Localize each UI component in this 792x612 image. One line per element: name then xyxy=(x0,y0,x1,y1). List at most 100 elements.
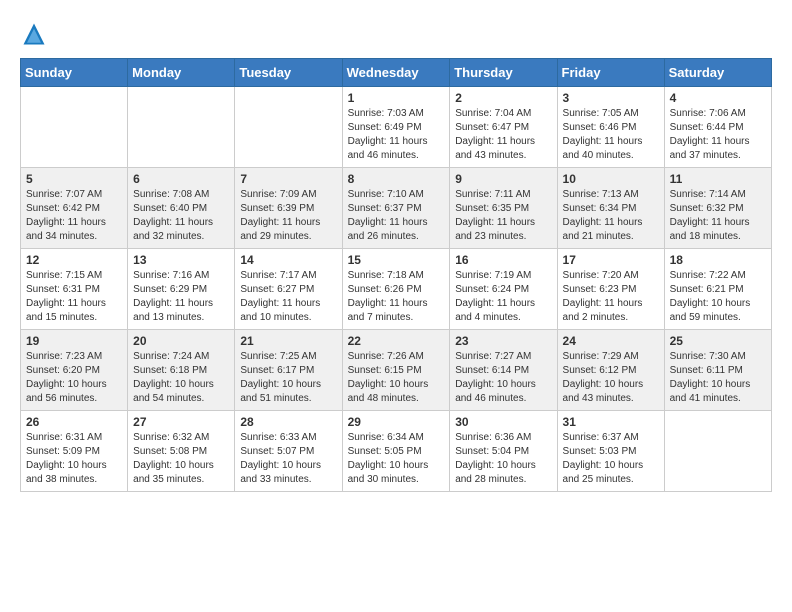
page-header xyxy=(20,20,772,48)
day-number: 17 xyxy=(563,253,659,267)
calendar-table: SundayMondayTuesdayWednesdayThursdayFrid… xyxy=(20,58,772,492)
day-info: Sunrise: 7:26 AM Sunset: 6:15 PM Dayligh… xyxy=(348,350,445,406)
day-info: Sunrise: 6:34 AM Sunset: 5:05 PM Dayligh… xyxy=(348,431,445,487)
day-number: 27 xyxy=(133,415,229,429)
day-number: 10 xyxy=(563,172,659,186)
day-number: 31 xyxy=(563,415,659,429)
day-number: 5 xyxy=(26,172,122,186)
day-number: 2 xyxy=(455,91,551,105)
day-number: 28 xyxy=(240,415,336,429)
calendar-cell: 12 Sunrise: 7:15 AM Sunset: 6:31 PM Dayli… xyxy=(21,249,128,330)
calendar-cell: 22 Sunrise: 7:26 AM Sunset: 6:15 PM Dayli… xyxy=(342,330,450,411)
day-info: Sunrise: 6:33 AM Sunset: 5:07 PM Dayligh… xyxy=(240,431,336,487)
day-info: Sunrise: 6:36 AM Sunset: 5:04 PM Dayligh… xyxy=(455,431,551,487)
day-number: 23 xyxy=(455,334,551,348)
day-info: Sunrise: 7:24 AM Sunset: 6:18 PM Dayligh… xyxy=(133,350,229,406)
day-info: Sunrise: 7:06 AM Sunset: 6:44 PM Dayligh… xyxy=(670,107,766,163)
day-info: Sunrise: 7:09 AM Sunset: 6:39 PM Dayligh… xyxy=(240,188,336,244)
calendar-cell: 5Sunrise: 7:07 AM Sunset: 6:42 PM Daylig… xyxy=(21,168,128,249)
weekday-header: Friday xyxy=(557,59,664,87)
day-info: Sunrise: 6:37 AM Sunset: 5:03 PM Dayligh… xyxy=(563,431,659,487)
weekday-header: Wednesday xyxy=(342,59,450,87)
calendar-cell: 13Sunrise: 7:16 AM Sunset: 6:29 PM Dayli… xyxy=(128,249,235,330)
weekday-header: Monday xyxy=(128,59,235,87)
day-info: Sunrise: 7:20 AM Sunset: 6:23 PM Dayligh… xyxy=(563,269,659,325)
calendar-week-row: 26 Sunrise: 6:31 AM Sunset: 5:09 PM Dayli… xyxy=(21,411,772,492)
weekday-header: Sunday xyxy=(21,59,128,87)
day-number: 20 xyxy=(133,334,229,348)
day-number: 8 xyxy=(348,172,445,186)
calendar-cell xyxy=(21,87,128,168)
day-number: 29 xyxy=(348,415,445,429)
logo-icon xyxy=(20,20,48,48)
calendar-cell: 4Sunrise: 7:06 AM Sunset: 6:44 PM Daylig… xyxy=(664,87,771,168)
calendar-week-row: 12 Sunrise: 7:15 AM Sunset: 6:31 PM Dayli… xyxy=(21,249,772,330)
day-number: 25 xyxy=(670,334,766,348)
day-number: 11 xyxy=(670,172,766,186)
weekday-header: Saturday xyxy=(664,59,771,87)
day-info: Sunrise: 7:25 AM Sunset: 6:17 PM Dayligh… xyxy=(240,350,336,406)
day-number: 26 xyxy=(26,415,122,429)
day-number: 30 xyxy=(455,415,551,429)
day-number: 22 xyxy=(348,334,445,348)
calendar-header-row: SundayMondayTuesdayWednesdayThursdayFrid… xyxy=(21,59,772,87)
day-number: 24 xyxy=(563,334,659,348)
day-info: Sunrise: 6:31 AM Sunset: 5:09 PM Dayligh… xyxy=(26,431,122,487)
calendar-cell: 26 Sunrise: 6:31 AM Sunset: 5:09 PM Dayli… xyxy=(21,411,128,492)
day-number: 9 xyxy=(455,172,551,186)
calendar-week-row: 19 Sunrise: 7:23 AM Sunset: 6:20 PM Dayli… xyxy=(21,330,772,411)
day-info: Sunrise: 7:10 AM Sunset: 6:37 PM Dayligh… xyxy=(348,188,445,244)
calendar-cell: 9 Sunrise: 7:11 AM Sunset: 6:35 PM Daylig… xyxy=(450,168,557,249)
day-number: 18 xyxy=(670,253,766,267)
day-info: Sunrise: 7:15 AM Sunset: 6:31 PM Dayligh… xyxy=(26,269,122,325)
day-number: 12 xyxy=(26,253,122,267)
day-info: Sunrise: 7:29 AM Sunset: 6:12 PM Dayligh… xyxy=(563,350,659,406)
day-info: Sunrise: 7:19 AM Sunset: 6:24 PM Dayligh… xyxy=(455,269,551,325)
calendar-cell: 16 Sunrise: 7:19 AM Sunset: 6:24 PM Dayli… xyxy=(450,249,557,330)
calendar-cell: 25 Sunrise: 7:30 AM Sunset: 6:11 PM Dayli… xyxy=(664,330,771,411)
calendar-cell: 18Sunrise: 7:22 AM Sunset: 6:21 PM Dayli… xyxy=(664,249,771,330)
day-number: 13 xyxy=(133,253,229,267)
day-info: Sunrise: 7:23 AM Sunset: 6:20 PM Dayligh… xyxy=(26,350,122,406)
calendar-cell xyxy=(128,87,235,168)
day-info: Sunrise: 7:08 AM Sunset: 6:40 PM Dayligh… xyxy=(133,188,229,244)
calendar-cell: 17 Sunrise: 7:20 AM Sunset: 6:23 PM Dayli… xyxy=(557,249,664,330)
calendar-cell: 15 Sunrise: 7:18 AM Sunset: 6:26 PM Dayli… xyxy=(342,249,450,330)
calendar-cell: 20 Sunrise: 7:24 AM Sunset: 6:18 PM Dayli… xyxy=(128,330,235,411)
day-number: 19 xyxy=(26,334,122,348)
day-info: Sunrise: 7:27 AM Sunset: 6:14 PM Dayligh… xyxy=(455,350,551,406)
calendar-cell: 23 Sunrise: 7:27 AM Sunset: 6:14 PM Dayli… xyxy=(450,330,557,411)
calendar-cell: 2Sunrise: 7:04 AM Sunset: 6:47 PM Daylig… xyxy=(450,87,557,168)
calendar-cell: 21 Sunrise: 7:25 AM Sunset: 6:17 PM Dayli… xyxy=(235,330,342,411)
logo xyxy=(20,20,54,48)
day-info: Sunrise: 7:03 AM Sunset: 6:49 PM Dayligh… xyxy=(348,107,445,163)
day-number: 1 xyxy=(348,91,445,105)
calendar-cell: 6 Sunrise: 7:08 AM Sunset: 6:40 PM Daylig… xyxy=(128,168,235,249)
day-info: Sunrise: 7:17 AM Sunset: 6:27 PM Dayligh… xyxy=(240,269,336,325)
day-number: 16 xyxy=(455,253,551,267)
calendar-cell: 10Sunrise: 7:13 AM Sunset: 6:34 PM Dayli… xyxy=(557,168,664,249)
calendar-cell: 28 Sunrise: 6:33 AM Sunset: 5:07 PM Dayli… xyxy=(235,411,342,492)
day-number: 7 xyxy=(240,172,336,186)
calendar-cell: 8 Sunrise: 7:10 AM Sunset: 6:37 PM Daylig… xyxy=(342,168,450,249)
calendar-cell: 30 Sunrise: 6:36 AM Sunset: 5:04 PM Dayli… xyxy=(450,411,557,492)
calendar-cell xyxy=(235,87,342,168)
calendar-cell: 3Sunrise: 7:05 AM Sunset: 6:46 PM Daylig… xyxy=(557,87,664,168)
weekday-header: Thursday xyxy=(450,59,557,87)
day-number: 21 xyxy=(240,334,336,348)
day-number: 14 xyxy=(240,253,336,267)
calendar-cell xyxy=(664,411,771,492)
day-info: Sunrise: 7:18 AM Sunset: 6:26 PM Dayligh… xyxy=(348,269,445,325)
calendar-cell: 14 Sunrise: 7:17 AM Sunset: 6:27 PM Dayli… xyxy=(235,249,342,330)
day-number: 6 xyxy=(133,172,229,186)
day-info: Sunrise: 7:14 AM Sunset: 6:32 PM Dayligh… xyxy=(670,188,766,244)
day-info: Sunrise: 7:30 AM Sunset: 6:11 PM Dayligh… xyxy=(670,350,766,406)
calendar-cell: 29 Sunrise: 6:34 AM Sunset: 5:05 PM Dayli… xyxy=(342,411,450,492)
day-number: 15 xyxy=(348,253,445,267)
day-number: 3 xyxy=(563,91,659,105)
calendar-cell: 1 Sunrise: 7:03 AM Sunset: 6:49 PM Daylig… xyxy=(342,87,450,168)
weekday-header: Tuesday xyxy=(235,59,342,87)
day-info: Sunrise: 7:11 AM Sunset: 6:35 PM Dayligh… xyxy=(455,188,551,244)
day-info: Sunrise: 6:32 AM Sunset: 5:08 PM Dayligh… xyxy=(133,431,229,487)
calendar-week-row: 5Sunrise: 7:07 AM Sunset: 6:42 PM Daylig… xyxy=(21,168,772,249)
